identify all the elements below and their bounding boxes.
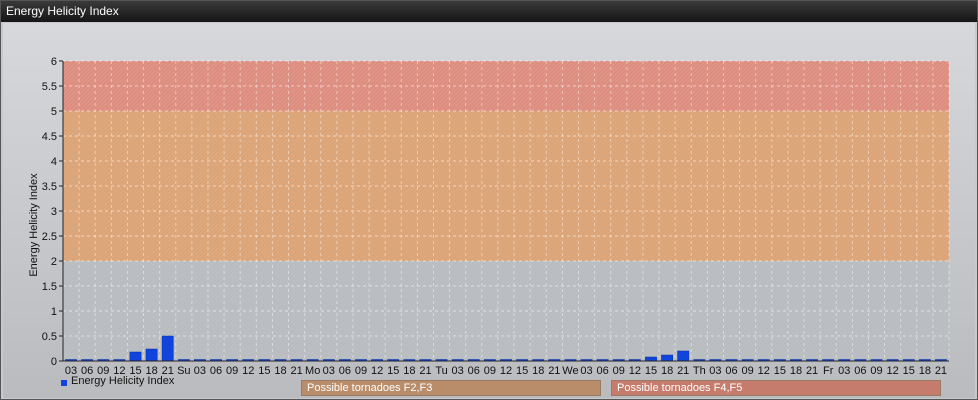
bar xyxy=(677,350,690,362)
x-tick-label: 09 xyxy=(484,365,496,377)
widget-title: Energy Helicity Index xyxy=(1,1,977,22)
x-tick-label: 18 xyxy=(274,365,286,377)
x-tick-label: 03 xyxy=(709,365,721,377)
y-tick-label: 5.5 xyxy=(42,81,57,93)
legend-label: Energy Helicity Index xyxy=(71,375,175,387)
x-tick-label: 09 xyxy=(870,365,882,377)
bar xyxy=(129,351,142,362)
x-tick-label: 15 xyxy=(516,365,528,377)
x-tick-label: 06 xyxy=(597,365,609,377)
x-tick-label: 06 xyxy=(725,365,737,377)
y-tick-label: 4.5 xyxy=(42,131,57,143)
x-tick-label: 06 xyxy=(339,365,351,377)
x-tick-label: 03 xyxy=(838,365,850,377)
x-tick-label: 18 xyxy=(790,365,802,377)
x-tick-label: 03 xyxy=(452,365,464,377)
y-tick-label: 2.5 xyxy=(42,231,57,243)
x-tick-label: 21 xyxy=(677,365,689,377)
x-tick-label: 12 xyxy=(886,365,898,377)
x-tick-label: 06 xyxy=(210,365,222,377)
x-tick-label: 18 xyxy=(532,365,544,377)
y-tick-label: 3.5 xyxy=(42,181,57,193)
y-tick-label: 0.5 xyxy=(42,331,57,343)
x-tick-label: 03 xyxy=(194,365,206,377)
x-tick-label: Th xyxy=(693,365,706,377)
x-tick-label: 15 xyxy=(774,365,786,377)
x-tick-label: 12 xyxy=(629,365,641,377)
bar xyxy=(645,356,657,362)
bar xyxy=(661,354,673,362)
x-tick-label: 12 xyxy=(500,365,512,377)
y-tick-label: 0 xyxy=(51,356,57,368)
bar xyxy=(145,348,158,362)
y-tick-label: 1 xyxy=(51,306,57,318)
x-tick-label: 15 xyxy=(645,365,657,377)
x-tick-label: 03 xyxy=(323,365,335,377)
y-tick-label: 5 xyxy=(51,106,57,118)
x-tick-label: 21 xyxy=(935,365,947,377)
x-tick-label: We xyxy=(562,365,578,377)
x-tick-label: 09 xyxy=(613,365,625,377)
x-tick-label: Mo xyxy=(305,365,320,377)
x-tick-label: 03 xyxy=(580,365,592,377)
x-tick-label: 06 xyxy=(468,365,480,377)
y-tick-label: 3 xyxy=(51,206,57,218)
x-tick-label: 21 xyxy=(419,365,431,377)
y-tick-label: 1.5 xyxy=(42,281,57,293)
band-label-f2-f3: Possible tornadoes F2,F3 xyxy=(301,380,601,396)
y-tick-label: 6 xyxy=(51,56,57,68)
x-tick-label: 21 xyxy=(806,365,818,377)
x-tick-label: 15 xyxy=(903,365,915,377)
x-tick-label: Tu xyxy=(435,365,447,377)
x-tick-label: 18 xyxy=(661,365,673,377)
x-tick-label: 09 xyxy=(355,365,367,377)
y-axis-label: Energy Helicity Index xyxy=(28,173,40,277)
x-tick-label: 09 xyxy=(226,365,238,377)
y-tick-label: 2 xyxy=(51,256,57,268)
x-tick-label: 12 xyxy=(758,365,770,377)
x-tick-label: 12 xyxy=(371,365,383,377)
band-label-f4-f5: Possible tornadoes F4,F5 xyxy=(611,380,941,396)
x-tick-label: 18 xyxy=(403,365,415,377)
bar xyxy=(161,335,174,362)
chart-panel: 0 0.5 1 1.5 2 2.5 3 3.5 4 4.5 5 5.5 6 03 06 09 12 15 18 21 S… xyxy=(3,23,975,398)
x-tick-label: Fr xyxy=(823,365,834,377)
x-tick-label: Su xyxy=(177,365,190,377)
x-tick-label: 18 xyxy=(919,365,931,377)
y-tick-label: 4 xyxy=(51,156,57,168)
x-tick-label: 21 xyxy=(290,365,302,377)
x-tick-label: 12 xyxy=(242,365,254,377)
ehi-chart: 0 0.5 1 1.5 2 2.5 3 3.5 4 4.5 5 5.5 6 03 06 09 12 15 18 21 S… xyxy=(28,56,950,377)
x-tick-label: 21 xyxy=(548,365,560,377)
legend-swatch xyxy=(61,380,67,386)
x-tick-label: 09 xyxy=(742,365,754,377)
x-tick-label: 15 xyxy=(387,365,399,377)
x-tick-label: 06 xyxy=(854,365,866,377)
x-tick-label: 15 xyxy=(258,365,270,377)
chart-widget: Energy Helicity Index 0 0.5 1 1.5 2 2.5 3 3.5 4 4… xyxy=(0,0,978,400)
